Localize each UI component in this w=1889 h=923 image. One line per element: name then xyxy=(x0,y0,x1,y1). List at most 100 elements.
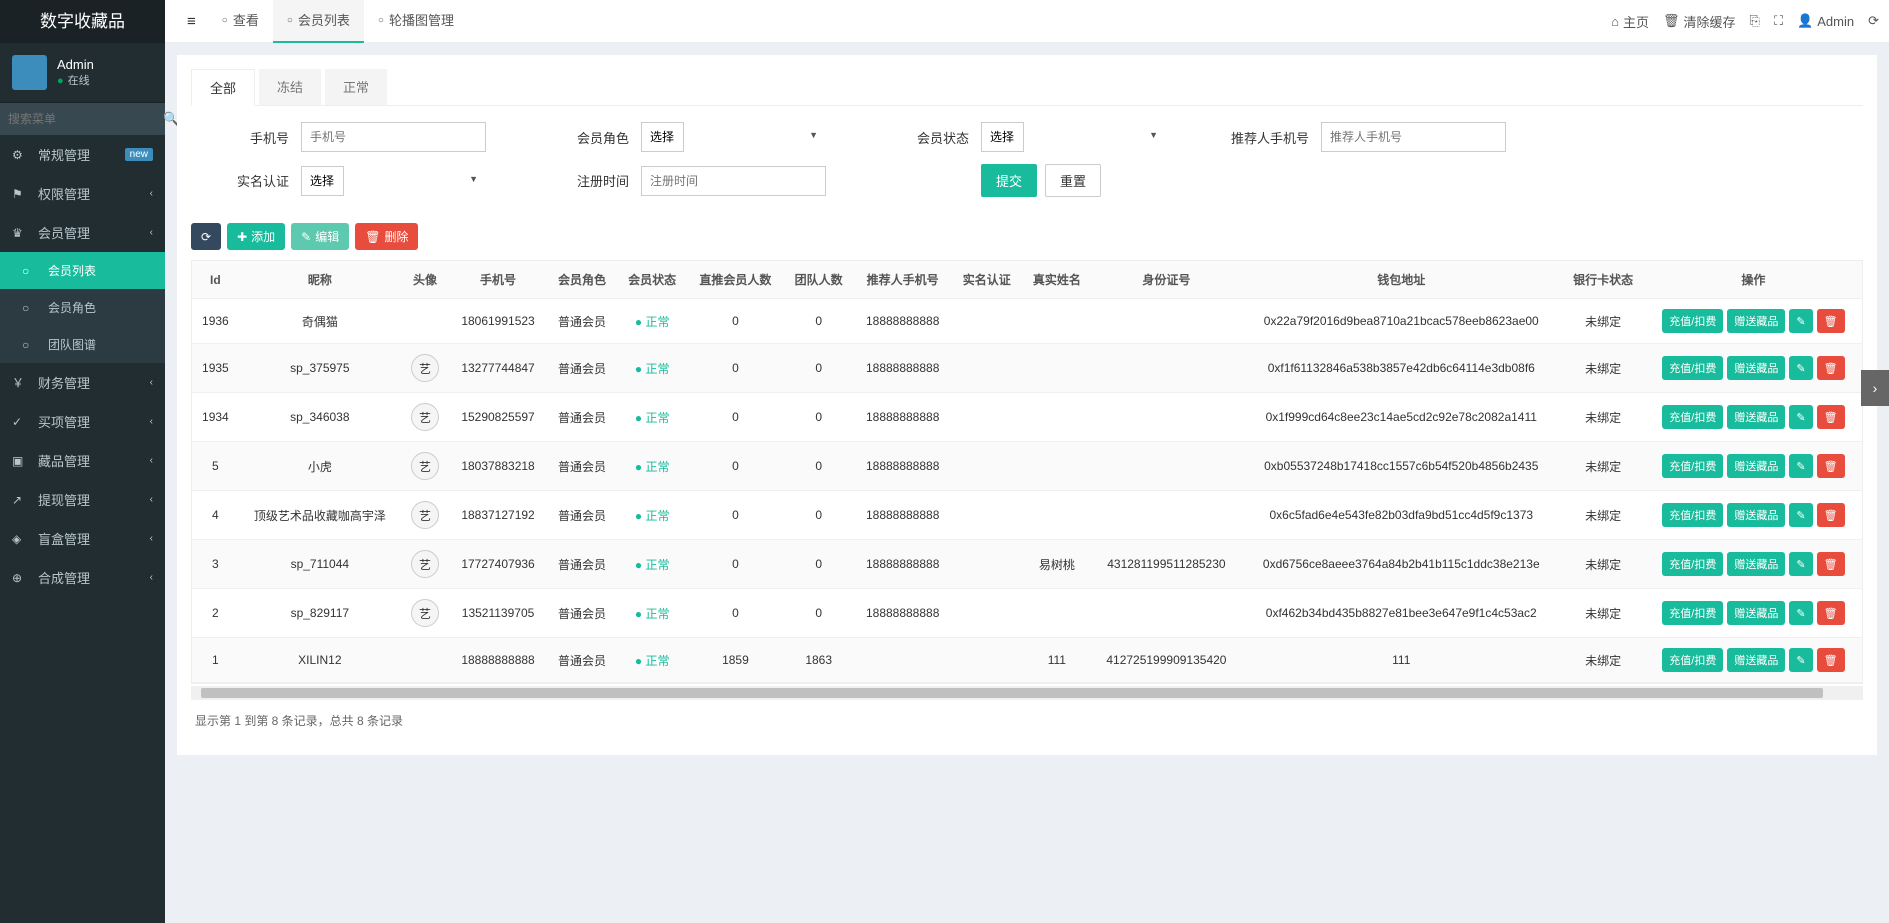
recharge-button[interactable]: 充值/扣费 xyxy=(1662,503,1723,527)
row-delete-icon[interactable]: 🗑 xyxy=(1817,309,1845,333)
sidebar-item-6[interactable]: ↗提现管理‹ xyxy=(0,480,165,519)
recharge-button[interactable]: 充值/扣费 xyxy=(1662,309,1723,333)
user-avatar[interactable] xyxy=(12,55,47,90)
recharge-button[interactable]: 充值/扣费 xyxy=(1662,454,1723,478)
recharge-button[interactable]: 充值/扣费 xyxy=(1662,405,1723,429)
row-edit-icon[interactable]: ✎ xyxy=(1789,309,1812,333)
gift-button[interactable]: 赠送藏品 xyxy=(1727,601,1785,625)
column-header[interactable]: 头像 xyxy=(401,261,449,299)
column-header[interactable]: 钱包地址 xyxy=(1241,261,1562,299)
refresh-button[interactable]: ⟳ xyxy=(191,223,221,250)
recharge-button[interactable]: 充值/扣费 xyxy=(1662,648,1723,672)
lang-icon[interactable]: ⎘ xyxy=(1750,13,1760,29)
edit-button[interactable]: ✎ 编辑 xyxy=(291,223,349,250)
referrer-input[interactable] xyxy=(1321,122,1506,152)
row-delete-icon[interactable]: 🗑 xyxy=(1817,601,1845,625)
gift-button[interactable]: 赠送藏品 xyxy=(1727,503,1785,527)
column-header[interactable]: 实名认证 xyxy=(952,261,1022,299)
sidebar-subitem-2[interactable]: ○团队图谱 xyxy=(0,326,165,363)
row-edit-icon[interactable]: ✎ xyxy=(1789,648,1812,672)
recharge-button[interactable]: 充值/扣费 xyxy=(1662,356,1723,380)
add-button[interactable]: ✚ 添加 xyxy=(227,223,285,250)
sidebar-subitem-0[interactable]: ○会员列表 xyxy=(0,252,165,289)
row-edit-icon[interactable]: ✎ xyxy=(1789,405,1812,429)
gift-button[interactable]: 赠送藏品 xyxy=(1727,405,1785,429)
home-link[interactable]: ⌂ 主页 xyxy=(1611,12,1649,31)
sub-tab-2[interactable]: 正常 xyxy=(325,69,387,105)
table-row[interactable]: 1 XILIN12 18888888888 普通会员 ● 正常 1859 186… xyxy=(192,638,1862,683)
top-tab-1[interactable]: ○ 会员列表 xyxy=(273,0,364,43)
gift-button[interactable]: 赠送藏品 xyxy=(1727,356,1785,380)
delete-button[interactable]: 🗑 删除 xyxy=(355,223,418,250)
column-header[interactable]: 团队人数 xyxy=(784,261,854,299)
top-tab-2[interactable]: ○ 轮播图管理 xyxy=(364,0,468,42)
side-drawer-toggle[interactable]: › xyxy=(1861,370,1889,406)
row-edit-icon[interactable]: ✎ xyxy=(1789,503,1812,527)
regtime-input[interactable] xyxy=(641,166,826,196)
sidebar-search[interactable]: 🔍 xyxy=(0,103,165,135)
column-header[interactable]: 真实姓名 xyxy=(1022,261,1092,299)
table-row[interactable]: 4 顶级艺术品收藏咖高宇泽 艺 18837127192 普通会员 ● 正常 0 … xyxy=(192,491,1862,540)
column-header[interactable]: 昵称 xyxy=(239,261,401,299)
row-delete-icon[interactable]: 🗑 xyxy=(1817,648,1845,672)
column-header[interactable]: 操作 xyxy=(1645,261,1862,299)
row-delete-icon[interactable]: 🗑 xyxy=(1817,454,1845,478)
gift-button[interactable]: 赠送藏品 xyxy=(1727,648,1785,672)
search-input[interactable] xyxy=(8,112,163,126)
sub-tab-0[interactable]: 全部 xyxy=(191,69,255,106)
row-delete-icon[interactable]: 🗑 xyxy=(1817,356,1845,380)
table-row[interactable]: 1936 奇偶猫 18061991523 普通会员 ● 正常 0 0 18888… xyxy=(192,299,1862,344)
sidebar-item-5[interactable]: ▣藏品管理‹ xyxy=(0,441,165,480)
recharge-button[interactable]: 充值/扣费 xyxy=(1662,601,1723,625)
role-select[interactable]: 选择 xyxy=(641,122,684,152)
gift-button[interactable]: 赠送藏品 xyxy=(1727,454,1785,478)
table-row[interactable]: 5 小虎 艺 18037883218 普通会员 ● 正常 0 0 1888888… xyxy=(192,442,1862,491)
sidebar-item-0[interactable]: ⚙常规管理new xyxy=(0,135,165,174)
table-row[interactable]: 1934 sp_346038 艺 15290825597 普通会员 ● 正常 0… xyxy=(192,393,1862,442)
hamburger-icon[interactable]: ≡ xyxy=(175,13,208,30)
column-header[interactable]: 推荐人手机号 xyxy=(854,261,952,299)
admin-menu[interactable]: 👤 Admin xyxy=(1797,13,1854,29)
reset-button[interactable]: 重置 xyxy=(1045,164,1101,197)
column-header[interactable]: 会员状态 xyxy=(617,261,687,299)
row-edit-icon[interactable]: ✎ xyxy=(1789,552,1812,576)
table-row[interactable]: 2 sp_829117 艺 13521139705 普通会员 ● 正常 0 0 … xyxy=(192,589,1862,638)
sidebar-item-2[interactable]: ♛会员管理‹ xyxy=(0,213,165,252)
column-header[interactable]: 手机号 xyxy=(449,261,547,299)
verify-select[interactable]: 选择 xyxy=(301,166,344,196)
top-tab-0[interactable]: ○ 查看 xyxy=(208,0,273,42)
row-delete-icon[interactable]: 🗑 xyxy=(1817,503,1845,527)
column-header[interactable]: 直推会员人数 xyxy=(687,261,783,299)
clear-cache-link[interactable]: 🗑 清除缓存 xyxy=(1663,12,1736,31)
gift-button[interactable]: 赠送藏品 xyxy=(1727,309,1785,333)
table-row[interactable]: 3 sp_711044 艺 17727407936 普通会员 ● 正常 0 0 … xyxy=(192,540,1862,589)
table-row[interactable]: 1935 sp_375975 艺 13277744847 普通会员 ● 正常 0… xyxy=(192,344,1862,393)
sidebar-item-4[interactable]: ✓买项管理‹ xyxy=(0,402,165,441)
gift-button[interactable]: 赠送藏品 xyxy=(1727,552,1785,576)
phone-input[interactable] xyxy=(301,122,486,152)
horizontal-scrollbar[interactable] xyxy=(191,686,1863,700)
sidebar-item-1[interactable]: ⚑权限管理‹ xyxy=(0,174,165,213)
row-edit-icon[interactable]: ✎ xyxy=(1789,601,1812,625)
fullscreen-icon[interactable]: ⛶ xyxy=(1774,13,1783,29)
recharge-button[interactable]: 充值/扣费 xyxy=(1662,552,1723,576)
sidebar-item-7[interactable]: ◈盲盒管理‹ xyxy=(0,519,165,558)
submit-button[interactable]: 提交 xyxy=(981,164,1037,197)
tab-close-icon[interactable]: ○ xyxy=(222,0,228,42)
column-header[interactable]: 银行卡状态 xyxy=(1562,261,1645,299)
tab-close-icon[interactable]: ○ xyxy=(287,0,293,42)
status-select[interactable]: 选择 xyxy=(981,122,1024,152)
row-delete-icon[interactable]: 🗑 xyxy=(1817,405,1845,429)
sidebar-subitem-1[interactable]: ○会员角色 xyxy=(0,289,165,326)
row-delete-icon[interactable]: 🗑 xyxy=(1817,552,1845,576)
refresh-top-icon[interactable]: ⟳ xyxy=(1868,13,1879,29)
sidebar-item-8[interactable]: ⊕合成管理‹ xyxy=(0,558,165,597)
tab-close-icon[interactable]: ○ xyxy=(378,0,384,42)
row-edit-icon[interactable]: ✎ xyxy=(1789,454,1812,478)
column-header[interactable]: 身份证号 xyxy=(1092,261,1241,299)
column-header[interactable]: 会员角色 xyxy=(547,261,617,299)
column-header[interactable]: Id xyxy=(192,261,239,299)
row-edit-icon[interactable]: ✎ xyxy=(1789,356,1812,380)
sidebar-item-3[interactable]: ￥财务管理‹ xyxy=(0,363,165,402)
sub-tab-1[interactable]: 冻结 xyxy=(259,69,321,105)
